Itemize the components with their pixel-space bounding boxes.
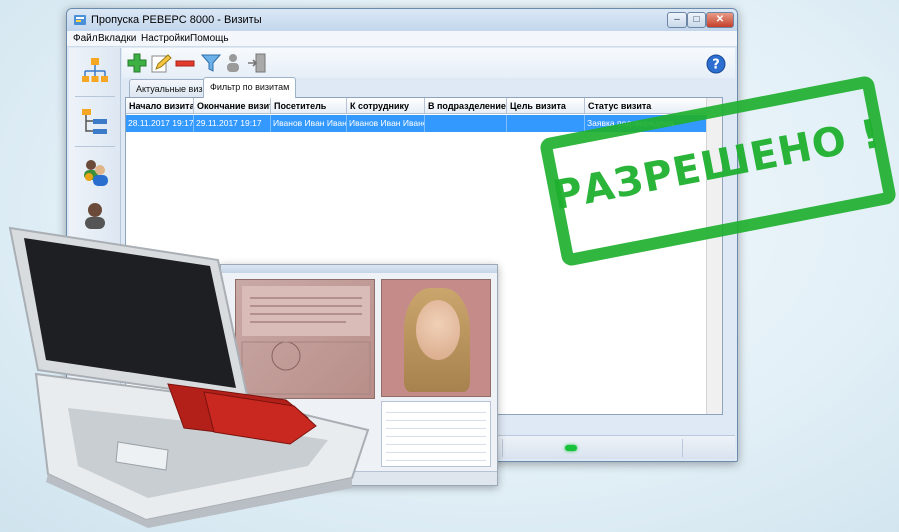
column-header[interactable]: Окончание визита: [194, 98, 271, 114]
recognized-data-form: [381, 401, 491, 467]
menu-file[interactable]: Файл: [73, 33, 98, 44]
cell-visit-start: 28.11.2017 19:17: [126, 115, 194, 132]
org-structure-icon[interactable]: [79, 56, 111, 88]
column-header[interactable]: Цель визита: [507, 98, 585, 114]
form-field: [386, 444, 486, 445]
table-header: Начало визита Окончание визита Посетител…: [126, 98, 708, 114]
toolbar: ?: [122, 48, 735, 78]
cell-department: [425, 115, 507, 132]
exit-door-icon[interactable]: [246, 52, 268, 74]
hierarchy-icon[interactable]: [79, 106, 111, 138]
status-divider: [682, 439, 683, 457]
window-title: Пропуска РЕВЕРС 8000 - Визиты: [91, 14, 262, 26]
cell-visitor: Иванов Иван Иван...: [271, 115, 347, 132]
passport-photo-scan: [381, 279, 491, 397]
cell-purpose: [507, 115, 585, 132]
menu-settings[interactable]: Настройки: [141, 33, 190, 44]
connection-status-icon: [565, 445, 577, 451]
minimize-button[interactable]: –: [667, 12, 687, 28]
title-bar[interactable]: Пропуска РЕВЕРС 8000 - Визиты – □ ✕: [67, 9, 737, 31]
cell-visit-end: 29.11.2017 19:17: [194, 115, 271, 132]
sidebar-divider: [75, 146, 115, 147]
menu-help[interactable]: Помощь: [190, 33, 229, 44]
user-icon[interactable]: [224, 52, 246, 74]
flatbed-scanner-image: [8, 226, 370, 528]
close-button[interactable]: ✕: [706, 12, 734, 28]
cell-employee: Иванов Иван Ивано...: [347, 115, 425, 132]
add-icon[interactable]: [126, 52, 148, 74]
column-header[interactable]: Посетитель: [271, 98, 347, 114]
column-header[interactable]: В подразделение: [425, 98, 507, 114]
menu-tabs[interactable]: Вкладки: [98, 33, 136, 44]
form-field: [386, 412, 486, 413]
form-field: [386, 460, 486, 461]
form-field: [386, 452, 486, 453]
maximize-button[interactable]: □: [687, 12, 706, 28]
delete-icon[interactable]: [174, 52, 196, 74]
column-header[interactable]: Начало визита: [126, 98, 194, 114]
help-icon[interactable]: ?: [706, 54, 726, 74]
edit-icon[interactable]: [150, 52, 172, 74]
filter-icon[interactable]: [200, 52, 222, 74]
form-field: [386, 428, 486, 429]
column-header[interactable]: К сотруднику: [347, 98, 425, 114]
menu-bar: Файл Вкладки Настройки Помощь: [67, 31, 737, 47]
form-field: [386, 420, 486, 421]
sidebar-divider: [75, 96, 115, 97]
tab-visit-filter[interactable]: Фильтр по визитам: [203, 77, 297, 98]
svg-text:?: ?: [712, 58, 720, 73]
form-field: [386, 436, 486, 437]
photo-face: [416, 300, 460, 360]
status-divider: [502, 439, 503, 457]
app-icon: [74, 15, 86, 25]
